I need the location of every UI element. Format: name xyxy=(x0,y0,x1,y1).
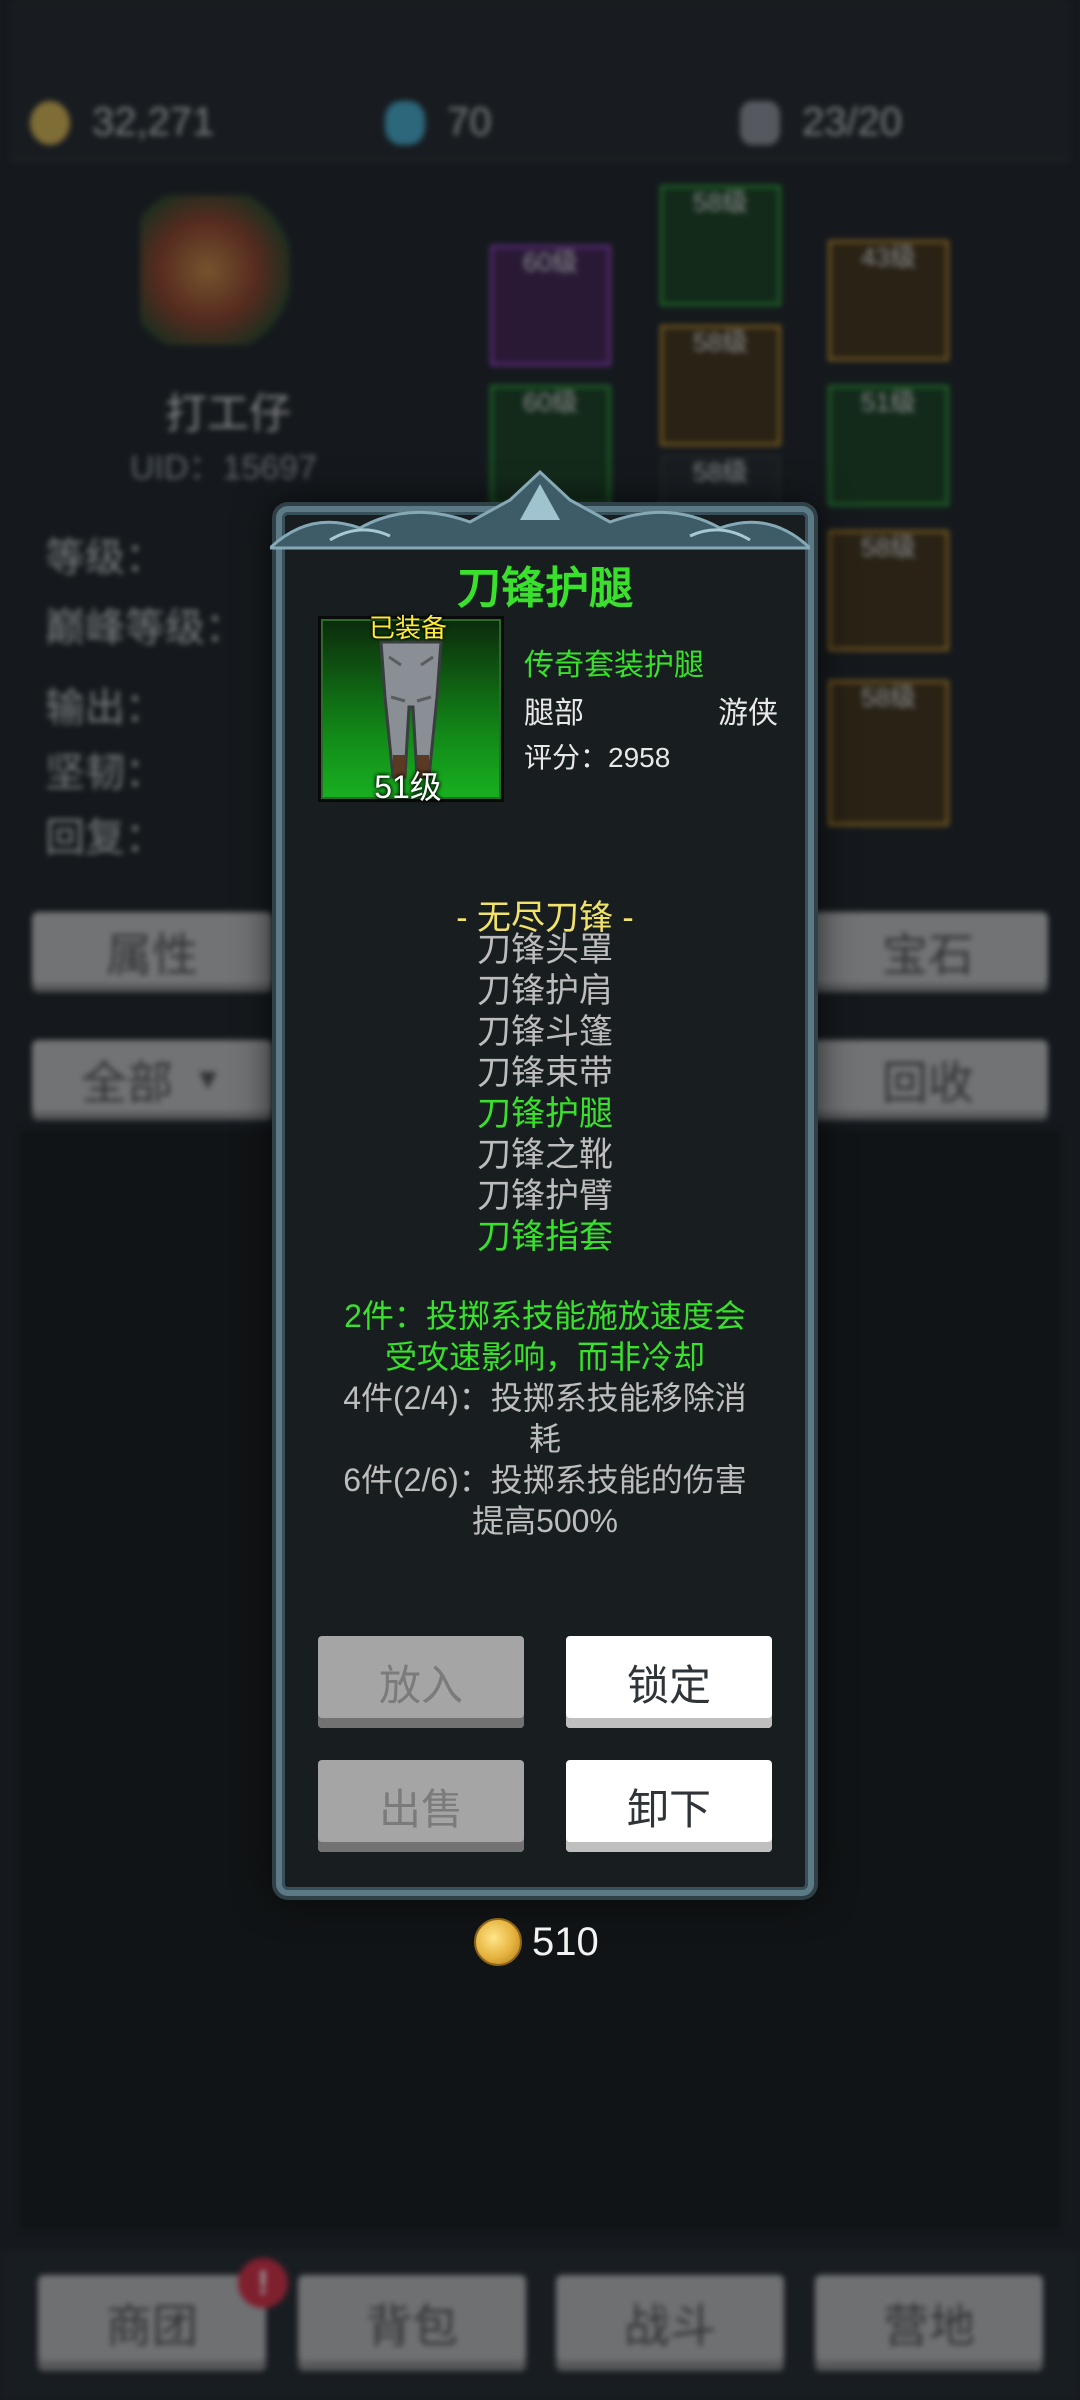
set-piece-owned: 刀锋指套 xyxy=(477,1218,613,1256)
sell-price-value: 510 xyxy=(532,1919,599,1964)
sell-price: 510 xyxy=(474,1918,599,1966)
set-piece: 刀锋之靴 xyxy=(477,1136,613,1174)
item-slot: 腿部 xyxy=(524,697,584,730)
set-bonus-6-line: 6件(2/6)：投掷系技能的伤害 xyxy=(343,1462,747,1498)
gem-amount: 70 xyxy=(447,100,492,144)
set-piece: 刀锋护肩 xyxy=(477,972,613,1010)
put-in-button[interactable]: 放入 xyxy=(318,1636,524,1728)
set-piece: 刀锋护臂 xyxy=(477,1177,613,1215)
set-bonus-6-line: 提高500% xyxy=(472,1503,618,1539)
set-piece: 刀锋斗篷 xyxy=(477,1013,613,1051)
set-piece: 刀锋头罩 xyxy=(477,931,613,969)
stat-output: 输出： xyxy=(45,686,165,730)
unequip-button[interactable]: 卸下 xyxy=(566,1760,772,1852)
item-level: 51级 xyxy=(374,769,442,805)
lock-button[interactable]: 锁定 xyxy=(566,1636,772,1728)
gold-coin-icon xyxy=(30,100,70,145)
nav-backpack[interactable]: 背包 xyxy=(298,2275,526,2371)
bag-capacity-icon xyxy=(740,100,780,145)
sell-button[interactable]: 出售 xyxy=(318,1760,524,1852)
gem-currency: 70 xyxy=(385,100,492,145)
gold-coin-icon xyxy=(474,1918,522,1966)
equipped-label: 已装备 xyxy=(368,613,447,643)
filter-all-dropdown[interactable]: 全部 ▼ xyxy=(32,1040,272,1120)
notification-badge: ! xyxy=(238,2258,288,2308)
set-bonus-4-line: 4件(2/4)：投掷系技能移除消 xyxy=(343,1380,747,1416)
item-set-type: 传奇套装护腿 xyxy=(524,649,704,682)
nav-camp[interactable]: 营地 xyxy=(815,2275,1043,2371)
stat-toughness: 坚韧： xyxy=(45,751,165,795)
item-score: 评分：2958 xyxy=(524,742,671,773)
gems-button[interactable]: 宝石 xyxy=(808,912,1048,992)
filter-all-label: 全部 xyxy=(81,1057,174,1109)
set-piece-owned: 刀锋护腿 xyxy=(477,1095,613,1133)
item-title: 刀锋护腿 xyxy=(457,564,633,613)
equip-slot[interactable]: 51级 xyxy=(828,385,949,506)
leg-armor-icon xyxy=(379,640,443,779)
dialog-crest-ornament xyxy=(270,470,810,550)
set-bonus-list: 2件：投掷系技能施放速度会 受攻速影响，而非冷却 4件(2/4)：投掷系技能移除… xyxy=(312,1296,778,1542)
equip-slot[interactable]: 43级 xyxy=(828,240,949,361)
nav-battle[interactable]: 战斗 xyxy=(556,2275,784,2371)
blue-gem-icon xyxy=(385,100,425,145)
set-piece-list: 刀锋头罩 刀锋护肩 刀锋斗篷 刀锋束带 刀锋护腿 刀锋之靴 刀锋护臂 刀锋指套 xyxy=(282,930,808,1258)
equip-slot[interactable]: 58级 xyxy=(828,680,949,826)
set-bonus-2-line: 2件：投掷系技能施放速度会 xyxy=(344,1298,746,1334)
character-name: 打工仔 xyxy=(165,390,292,437)
recycle-button[interactable]: 回收 xyxy=(808,1040,1048,1120)
chevron-down-icon: ▼ xyxy=(193,1063,223,1096)
equip-slot[interactable]: 58级 xyxy=(660,325,781,446)
stat-level: 等级： xyxy=(45,536,165,580)
nav-guild[interactable]: 商团 xyxy=(38,2275,266,2371)
character-portrait[interactable] xyxy=(140,195,290,345)
equip-slot[interactable]: 58级 xyxy=(660,185,781,306)
gold-amount: 32,271 xyxy=(92,100,215,144)
attributes-button[interactable]: 属性 xyxy=(32,912,272,992)
stat-recovery: 回复： xyxy=(45,816,165,860)
set-piece: 刀锋束带 xyxy=(477,1054,613,1092)
equip-slot[interactable]: 58级 xyxy=(828,530,949,651)
set-bonus-2-line: 受攻速影响，而非冷却 xyxy=(384,1339,705,1375)
gold-currency: 32,271 xyxy=(30,100,214,145)
set-bonus-4-line: 耗 xyxy=(528,1421,561,1457)
bag-capacity: 23/20 xyxy=(740,100,902,145)
item-detail-dialog: 刀锋护腿 已装备 51级 传奇套装护腿 腿部 游侠 评分：2958 - 无尽刀锋… xyxy=(276,506,814,1896)
item-class: 游侠 xyxy=(718,697,778,730)
equip-slot[interactable]: 60级 xyxy=(490,245,611,366)
bag-capacity-value: 23/20 xyxy=(802,100,903,144)
stat-paragon: 巅峰等级： xyxy=(45,606,245,650)
